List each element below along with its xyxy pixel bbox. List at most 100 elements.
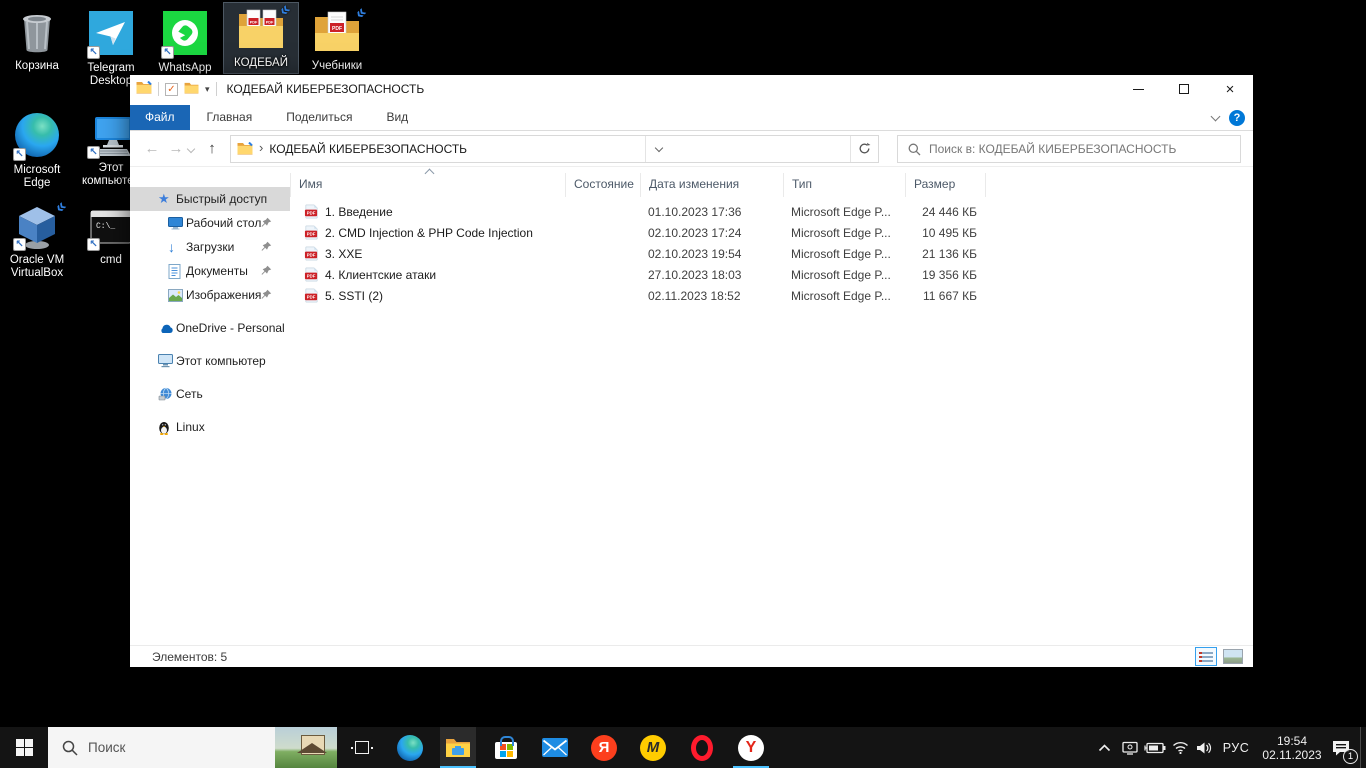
taskbar-search-input[interactable] (88, 740, 258, 755)
tray-hidden-icons-button[interactable] (1092, 727, 1116, 768)
minimize-button[interactable] (1115, 75, 1161, 103)
shortcut-arrow-icon: ↖ (13, 238, 26, 251)
taskbar-atom-button[interactable]: M (635, 727, 671, 768)
file-row[interactable]: PDF1. Введение 01.10.2023 17:36 Microsof… (290, 201, 1253, 222)
action-center-button[interactable]: 1 (1322, 727, 1360, 768)
column-header-size[interactable]: Размер (905, 173, 985, 197)
recent-locations-icon[interactable] (187, 144, 195, 152)
maximize-button[interactable] (1161, 75, 1207, 103)
desktop-icon-edge[interactable]: ↖ Microsoft Edge (0, 108, 74, 193)
yandex-icon: Я (591, 735, 617, 761)
separator (158, 82, 159, 96)
atom-browser-icon: M (640, 735, 666, 761)
tray-volume-icon[interactable] (1192, 727, 1216, 768)
up-button[interactable]: ↑ (200, 140, 224, 157)
back-button[interactable]: ← (140, 140, 164, 157)
file-explorer-icon (445, 737, 471, 759)
column-header-type[interactable]: Тип (783, 173, 905, 197)
svg-text:PDF: PDF (332, 26, 342, 32)
desktop-icon-recycle-bin[interactable]: Корзина (0, 6, 74, 76)
tab-view[interactable]: Вид (369, 105, 425, 130)
new-folder-button[interactable] (184, 82, 199, 97)
taskbar-mail-button[interactable] (537, 727, 573, 768)
search-highlight-image[interactable] (275, 727, 337, 768)
sidebar-item-quick-access[interactable]: ★ Быстрый доступ (130, 187, 290, 211)
refresh-button[interactable] (850, 136, 878, 162)
sidebar-item-network[interactable]: Сеть (130, 382, 290, 406)
taskbar-search-box[interactable] (48, 727, 337, 768)
file-modified: 02.10.2023 19:54 (640, 247, 783, 261)
sidebar-item-this-pc[interactable]: Этот компьютер (130, 349, 290, 373)
file-row[interactable]: PDF2. CMD Injection & PHP Code Injection… (290, 222, 1253, 243)
tray-battery-icon[interactable] (1142, 727, 1168, 768)
clock-date: 02.11.2023 (1262, 748, 1321, 762)
sidebar-item-pictures[interactable]: Изображения (130, 283, 290, 307)
taskbar-edge-button[interactable] (392, 727, 428, 768)
tray-display-icon[interactable] (1118, 727, 1142, 768)
taskbar-yandex-browser-button[interactable]: Y (733, 727, 769, 768)
desktop-icon-virtualbox[interactable]: ↖ « Oracle VM VirtualBox (0, 200, 74, 283)
sidebar-item-linux[interactable]: Linux (130, 415, 290, 439)
desktop-icon-kodebay[interactable]: PDFPDF « КОДЕБАЙ (224, 3, 298, 73)
expand-ribbon-icon[interactable] (1211, 112, 1221, 122)
cmd-icon: C:\_ ↖ « (87, 203, 135, 251)
taskbar-explorer-button[interactable] (440, 727, 476, 768)
pictures-icon (168, 289, 186, 302)
address-bar[interactable]: › КОДЕБАЙ КИБЕРБЕЗОПАСНОСТЬ (230, 135, 879, 163)
task-view-button[interactable] (344, 727, 380, 768)
tray-wifi-icon[interactable] (1168, 727, 1192, 768)
file-type: Microsoft Edge P... (783, 226, 905, 240)
file-size: 21 136 КБ (905, 247, 985, 261)
breadcrumb[interactable]: КОДЕБАЙ КИБЕРБЕЗОПАСНОСТЬ (269, 142, 467, 156)
file-row[interactable]: PDF4. Клиентские атаки 27.10.2023 18:03 … (290, 264, 1253, 285)
close-button[interactable]: × (1207, 75, 1253, 103)
desktop-icon-whatsapp[interactable]: ↖ WhatsApp (148, 6, 222, 78)
taskbar-opera-button[interactable] (684, 727, 720, 768)
desktop-icon-uchebniki[interactable]: PDF « Учебники (300, 6, 374, 76)
language-indicator[interactable]: РУС (1216, 727, 1256, 768)
file-modified: 01.10.2023 17:36 (640, 205, 783, 219)
sidebar-item-onedrive[interactable]: OneDrive - Personal (130, 316, 290, 340)
chevron-up-icon (1098, 743, 1111, 753)
help-button[interactable]: ? (1229, 110, 1245, 126)
shortcut-arrow-icon: ↖ (87, 146, 100, 159)
column-header-modified[interactable]: Дата изменения (640, 173, 783, 197)
start-button[interactable] (0, 727, 48, 768)
details-view-button[interactable] (1195, 647, 1217, 666)
explorer-window: ✓ ▾ КОДЕБАЙ КИБЕРБЕЗОПАСНОСТЬ × Файл Гла… (130, 75, 1253, 667)
sidebar-item-documents[interactable]: Документы (130, 259, 290, 283)
app-folder-icon (136, 81, 152, 97)
file-rows: PDF1. Введение 01.10.2023 17:36 Microsof… (290, 201, 1253, 306)
tab-home[interactable]: Главная (190, 105, 270, 130)
whatsapp-icon: ↖ (161, 11, 209, 59)
customize-qat-button[interactable]: ▾ (205, 84, 210, 95)
shortcut-arrow-icon: ↖ (161, 46, 174, 59)
desktop-icon-label: Microsoft Edge (2, 164, 72, 190)
pdf-file-icon: PDF (304, 225, 319, 240)
taskbar-store-button[interactable] (488, 727, 524, 768)
search-box[interactable] (897, 135, 1241, 163)
svg-text:PDF: PDF (266, 20, 274, 24)
tab-share[interactable]: Поделиться (269, 105, 369, 130)
address-dropdown-button[interactable] (645, 136, 673, 162)
clock[interactable]: 19:54 02.11.2023 (1256, 727, 1328, 768)
sidebar-item-downloads[interactable]: ↓ Загрузки (130, 235, 290, 259)
taskbar-yandex-button[interactable]: Я (586, 727, 622, 768)
show-desktop-button[interactable] (1360, 727, 1366, 768)
sidebar-item-label: Рабочий стол (186, 216, 261, 230)
items-count: Элементов: 5 (152, 650, 227, 664)
column-header-status[interactable]: Состояние (565, 173, 640, 197)
tab-file[interactable]: Файл (130, 105, 190, 130)
file-type: Microsoft Edge P... (783, 205, 905, 219)
file-row[interactable]: PDF5. SSTI (2) 02.11.2023 18:52 Microsof… (290, 285, 1253, 306)
large-icons-view-button[interactable] (1223, 649, 1243, 664)
file-size: 24 446 КБ (905, 205, 985, 219)
sidebar-item-label: Linux (176, 420, 205, 434)
file-row[interactable]: PDF3. XXE 02.10.2023 19:54 Microsoft Edg… (290, 243, 1253, 264)
sidebar-item-desktop[interactable]: Рабочий стол (130, 211, 290, 235)
properties-button[interactable]: ✓ (165, 83, 178, 96)
search-input[interactable] (929, 142, 1240, 156)
task-view-icon (351, 741, 373, 754)
sidebar-item-label: Изображения (186, 288, 261, 302)
forward-button[interactable]: → (164, 140, 188, 157)
